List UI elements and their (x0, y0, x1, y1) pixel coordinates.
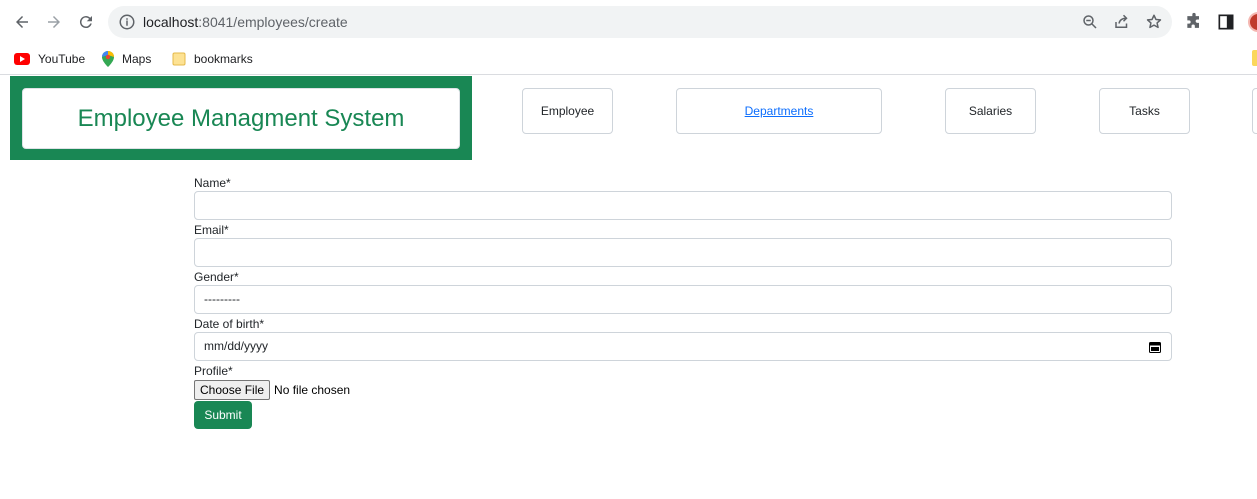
profile-file-input[interactable]: Choose File No file chosen (194, 380, 350, 400)
reload-button[interactable] (73, 9, 99, 35)
dob-placeholder: mm/dd/yyyy (204, 339, 269, 353)
nav-employee[interactable]: Employee (522, 88, 613, 134)
star-icon[interactable] (1145, 13, 1163, 31)
submit-button[interactable]: Submit (194, 401, 252, 429)
folder-icon (172, 52, 186, 66)
nav-label: Tasks (1129, 104, 1160, 118)
maps-pin-icon (102, 51, 114, 67)
name-input[interactable] (194, 191, 1172, 220)
dob-label: Date of birth* (194, 317, 265, 331)
zoom-out-icon[interactable] (1081, 13, 1099, 31)
gender-selected-value: --------- (204, 292, 240, 306)
extensions-icon[interactable] (1184, 12, 1204, 32)
bookmark-label: bookmarks (194, 52, 253, 66)
nav-salaries[interactable]: Salaries (945, 88, 1036, 134)
name-label: Name* (194, 176, 231, 190)
brand-box: Employee Managment System (22, 88, 460, 149)
youtube-icon (14, 53, 30, 65)
nav-tasks[interactable]: Tasks (1099, 88, 1190, 134)
email-label: Email* (194, 223, 229, 237)
page-title: Employee Managment System (77, 104, 405, 132)
bookmark-label: YouTube (38, 52, 86, 66)
email-input[interactable] (194, 238, 1172, 267)
back-button[interactable] (9, 9, 35, 35)
profile-label: Profile* (194, 364, 233, 378)
info-icon (119, 14, 135, 30)
dob-input[interactable]: mm/dd/yyyy (194, 332, 1172, 361)
arrow-left-icon (16, 16, 28, 28)
nav-label[interactable]: Departments (745, 104, 814, 118)
url-text: localhost:8041/employees/create (143, 14, 348, 30)
bookmark-overflow-folder-icon[interactable] (1252, 50, 1257, 66)
address-bar[interactable]: localhost:8041/employees/create (108, 6, 1172, 38)
calendar-icon[interactable] (1149, 341, 1161, 353)
bookmark-youtube[interactable]: YouTube (14, 50, 85, 68)
reload-icon (79, 16, 92, 29)
gender-label: Gender* (194, 270, 239, 284)
gender-select[interactable]: --------- (194, 285, 1172, 314)
file-status: No file chosen (274, 383, 351, 397)
nav-overflow-item[interactable] (1252, 88, 1257, 134)
side-panel-icon[interactable] (1216, 12, 1236, 32)
nav-label: Salaries (968, 104, 1013, 118)
nav-label: Employee (540, 104, 595, 118)
choose-file-button[interactable]: Choose File (194, 380, 271, 400)
arrow-right-icon (48, 16, 60, 28)
brand-banner: Employee Managment System (10, 76, 472, 160)
bookmark-label: Maps (122, 52, 152, 66)
avatar[interactable] (1248, 12, 1257, 32)
bookmarks-bar: YouTube Maps bookmarks (0, 44, 1257, 75)
forward-button[interactable] (41, 9, 67, 35)
bookmark-folder[interactable]: bookmarks (172, 50, 253, 68)
share-icon[interactable] (1113, 13, 1131, 31)
nav-departments[interactable]: Departments (676, 88, 882, 134)
bookmark-maps[interactable]: Maps (102, 50, 151, 68)
browser-toolbar: localhost:8041/employees/create (0, 0, 1257, 44)
